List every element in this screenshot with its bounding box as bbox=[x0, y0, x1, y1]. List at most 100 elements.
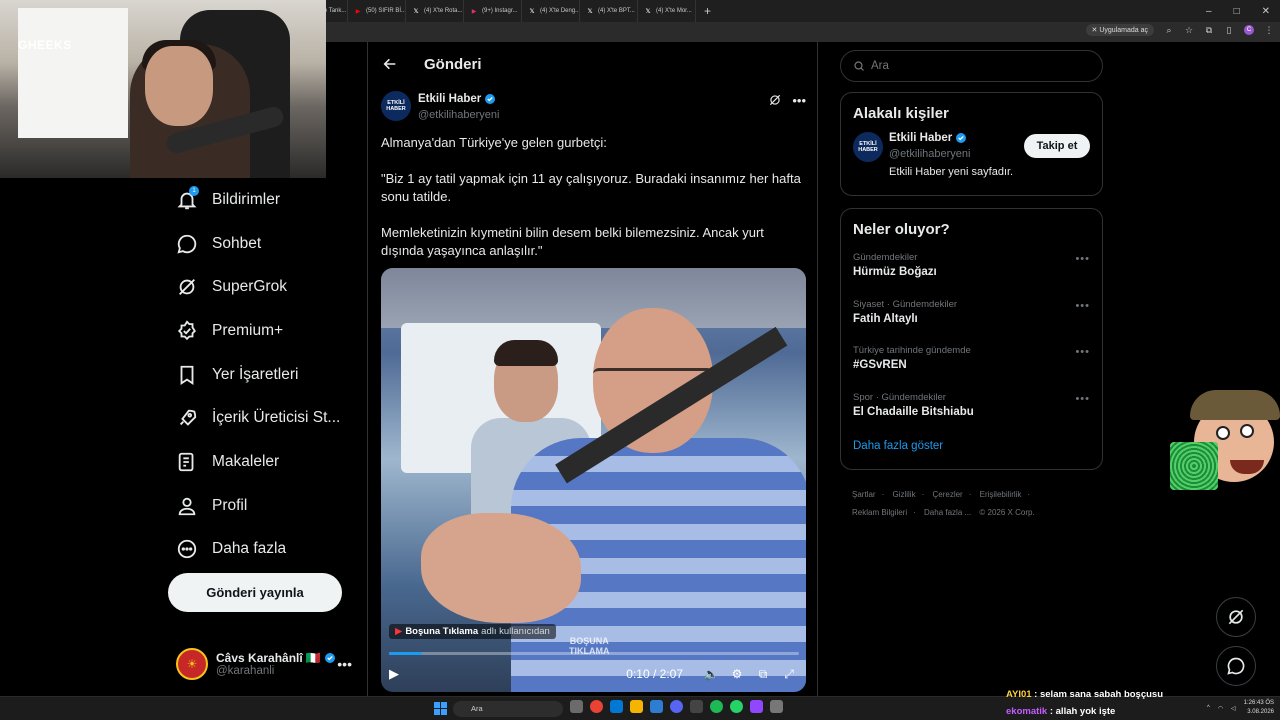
footer-link[interactable]: Gizlilik bbox=[892, 490, 915, 499]
footer-link[interactable]: Daha fazla ... bbox=[924, 508, 971, 517]
open-in-app-button[interactable]: ✕ Uygulamada aç bbox=[1085, 24, 1154, 36]
post-author-handle[interactable]: @etkilihaberyeni bbox=[418, 109, 500, 121]
obs-icon[interactable] bbox=[690, 700, 703, 713]
footer-link[interactable]: Erişilebilirlik bbox=[980, 490, 1022, 499]
trend-name: #GSvREN bbox=[853, 359, 907, 371]
more-icon[interactable]: ••• bbox=[337, 656, 352, 672]
nav-item-bookmarks[interactable]: Yer İşaretleri bbox=[160, 353, 365, 397]
relevant-person-bio: Etkili Haber yeni sayfadır. bbox=[889, 166, 1014, 178]
volume-icon[interactable]: 🔈 bbox=[701, 667, 721, 681]
zoom-icon[interactable]: ⌕ bbox=[1164, 25, 1174, 35]
trend-name: El Chadaille Bitshiabu bbox=[853, 405, 974, 418]
browser-tab[interactable]: ▶(9+) Instagr...× bbox=[464, 0, 522, 22]
wifi-icon[interactable]: ◠ bbox=[1218, 705, 1223, 712]
chat-icon bbox=[1227, 657, 1245, 675]
footer-link[interactable]: Şartlar bbox=[852, 490, 876, 499]
trend-item[interactable]: Gündemdekiler Hürmüz Boğazı ••• bbox=[841, 248, 1102, 295]
post-author-avatar[interactable]: ETKİLİ HABER bbox=[381, 91, 411, 121]
left-navigation: 1 Bildirimler Sohbet SuperGrok Premium+ … bbox=[160, 178, 365, 571]
footer-link[interactable]: Çerezler bbox=[932, 490, 962, 499]
profile-avatar[interactable]: C bbox=[1244, 25, 1254, 35]
video-car-roof bbox=[381, 268, 806, 328]
chrome-icon[interactable] bbox=[590, 700, 603, 713]
video-time: 0:10 / 2:07 bbox=[626, 667, 683, 681]
video-credit[interactable]: ▶ Boşuna Tıklama adlı kullanıcıdan bbox=[389, 624, 556, 639]
browser-tab[interactable]: 𝕏(4) X'te BPT...× bbox=[580, 0, 638, 22]
follow-button[interactable]: Takip et bbox=[1024, 134, 1090, 158]
nav-item-notifications[interactable]: 1 Bildirimler bbox=[160, 178, 365, 222]
minimize-icon[interactable]: – bbox=[1206, 6, 1212, 17]
browser-tab[interactable]: 𝕏(4) X'te Mor...× bbox=[638, 0, 696, 22]
windows-start-icon[interactable] bbox=[434, 702, 447, 715]
chevron-up-icon[interactable]: ^ bbox=[1207, 705, 1210, 711]
taskbar-search[interactable]: Ara bbox=[453, 701, 563, 717]
grok-icon bbox=[176, 276, 198, 298]
volume-icon[interactable]: ◁ bbox=[1231, 705, 1236, 712]
relevant-person[interactable]: ETKİLİ HABER Etkili Haber @etkilihaberye… bbox=[841, 122, 1102, 184]
task-view-icon[interactable] bbox=[570, 700, 583, 713]
close-icon[interactable]: ✕ bbox=[1262, 6, 1270, 17]
show-more-link[interactable]: Daha fazla göster bbox=[841, 434, 1102, 464]
post-author-name[interactable]: Etkili Haber bbox=[418, 93, 481, 105]
nav-item-chat[interactable]: Sohbet bbox=[160, 222, 365, 266]
grok-floating-button[interactable] bbox=[1216, 597, 1256, 637]
app-icon[interactable] bbox=[650, 700, 663, 713]
relevant-people-panel: Alakalı kişiler ETKİLİ HABER Etkili Habe… bbox=[840, 92, 1103, 196]
footer-link[interactable]: Reklam Bilgileri bbox=[852, 508, 907, 517]
chat-icon bbox=[176, 233, 198, 255]
browser-tab[interactable]: 𝕏(4) X'te Rota...× bbox=[406, 0, 464, 22]
nav-item-articles[interactable]: Makaleler bbox=[160, 440, 365, 484]
new-tab-button[interactable]: + bbox=[696, 4, 719, 18]
trend-item[interactable]: Türkiye tarihinde gündemde #GSvREN ••• bbox=[841, 341, 1102, 388]
clock-date: 3.08.2026 bbox=[1247, 709, 1274, 715]
spotify-icon[interactable] bbox=[710, 700, 723, 713]
video-player[interactable]: BOŞUNA TIKLAMA ▶ Boşuna Tıklama adlı kul… bbox=[381, 268, 806, 692]
picture-in-picture-icon[interactable]: ⧉ bbox=[753, 667, 773, 682]
more-icon[interactable]: ••• bbox=[792, 93, 806, 108]
sidebar-icon[interactable]: ▯ bbox=[1224, 25, 1234, 35]
fullscreen-icon[interactable]: ⤢ bbox=[779, 667, 799, 682]
nav-item-creator-studio[interactable]: İçerik Üreticisi St... bbox=[160, 396, 365, 440]
account-switcher[interactable]: ☀ Câvs Karahânlî 🇮🇹 @karahanli ••• bbox=[176, 644, 356, 684]
app-icon[interactable] bbox=[770, 700, 783, 713]
file-explorer-icon[interactable] bbox=[630, 700, 643, 713]
nav-item-more[interactable]: Daha fazla bbox=[160, 528, 365, 572]
maximize-icon[interactable]: □ bbox=[1234, 6, 1240, 17]
more-icon[interactable]: ••• bbox=[1075, 253, 1090, 265]
tab-favicon-icon: 𝕏 bbox=[529, 8, 535, 15]
back-arrow-icon[interactable] bbox=[382, 56, 398, 72]
browser-tab[interactable]: ▶(50) SIFIR Bİ...× bbox=[348, 0, 406, 22]
extensions-icon[interactable]: ⧉ bbox=[1204, 25, 1214, 35]
twitch-icon[interactable] bbox=[750, 700, 763, 713]
discord-icon[interactable] bbox=[670, 700, 683, 713]
settings-icon[interactable]: ⚙ bbox=[727, 667, 747, 681]
messages-floating-button[interactable] bbox=[1216, 646, 1256, 686]
trends-panel: Neler oluyor? Gündemdekiler Hürmüz Boğaz… bbox=[840, 208, 1103, 470]
nav-item-premium[interactable]: Premium+ bbox=[160, 309, 365, 353]
tab-favicon-icon: 𝕏 bbox=[587, 8, 593, 15]
post-button[interactable]: Gönderi yayınla bbox=[168, 573, 342, 612]
play-icon[interactable]: ▶ bbox=[389, 666, 407, 682]
star-icon[interactable]: ☆ bbox=[1184, 25, 1194, 35]
search-input[interactable]: Ara bbox=[840, 50, 1103, 82]
browser-tab[interactable]: 𝕏(4) X'te Deng...× bbox=[522, 0, 580, 22]
taskbar-search-placeholder: Ara bbox=[471, 704, 483, 713]
avatar: ☀ bbox=[176, 648, 208, 680]
grok-icon[interactable] bbox=[768, 93, 782, 107]
menu-icon[interactable]: ⋮ bbox=[1264, 25, 1274, 35]
more-icon[interactable]: ••• bbox=[1075, 393, 1090, 405]
verified-badge-icon bbox=[324, 653, 335, 663]
chat-text: selam sana sabah boşçusu bbox=[1039, 689, 1164, 700]
more-icon[interactable]: ••• bbox=[1075, 300, 1090, 312]
article-icon bbox=[176, 451, 198, 473]
search-placeholder: Ara bbox=[871, 60, 889, 72]
more-icon[interactable]: ••• bbox=[1075, 346, 1090, 358]
taskbar-clock[interactable]: 1:26:43 ÖS 3.08.2026 bbox=[1244, 699, 1274, 717]
nav-item-supergrok[interactable]: SuperGrok bbox=[160, 265, 365, 309]
edge-icon[interactable] bbox=[610, 700, 623, 713]
trend-item[interactable]: Siyaset · Gündemdekiler Fatih Altaylı ••… bbox=[841, 295, 1102, 342]
nav-item-profile[interactable]: Profil bbox=[160, 484, 365, 528]
video-progress-bar[interactable] bbox=[389, 652, 799, 655]
whatsapp-icon[interactable] bbox=[730, 700, 743, 713]
trend-item[interactable]: Spor · Gündemdekiler El Chadaille Bitshi… bbox=[841, 388, 1102, 435]
